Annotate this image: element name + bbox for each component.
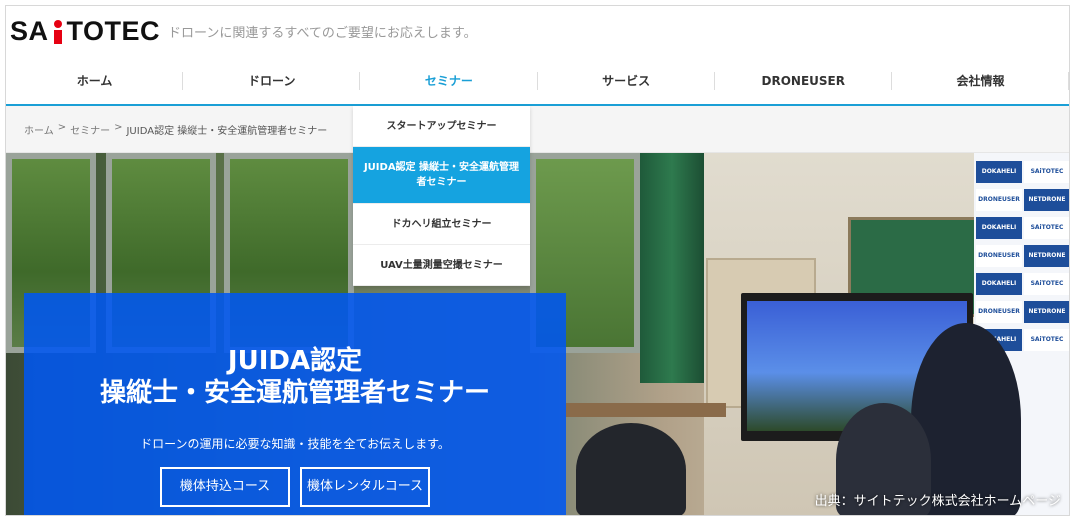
breadcrumb-separator: > xyxy=(114,122,123,133)
dropdown-item-uav-survey-seminar[interactable]: UAV土量測量空撮セミナー xyxy=(353,245,530,286)
rental-aircraft-course-button[interactable]: 機体レンタルコース xyxy=(300,467,430,507)
breadcrumb-seminar[interactable]: セミナー xyxy=(70,122,110,137)
hero-title-line2: 操縦士・安全運航管理者セミナー xyxy=(99,378,490,408)
main-nav: ホーム ドローン セミナー サービス DRONEUSER 会社情報 xyxy=(6,58,1069,106)
nav-item-drone[interactable]: ドローン xyxy=(183,58,361,104)
nav-item-service[interactable]: サービス xyxy=(538,58,715,104)
banner-text: NETDRONE xyxy=(1024,189,1069,211)
banner-text: SAiTOTEC xyxy=(1024,273,1069,295)
breadcrumb-current: JUIDA認定 操縦士・安全運航管理者セミナー xyxy=(126,126,328,137)
breadcrumb-separator: > xyxy=(57,122,67,133)
dropdown-item-dokaheli-seminar[interactable]: ドカヘリ組立セミナー xyxy=(353,204,530,245)
hero-overlay: JUIDA認定 操縦士・安全運航管理者セミナー ドローンの運用に必要な知識・技能… xyxy=(24,293,566,515)
site-tagline: ドローンに関連するすべてのご要望にお応えします。 xyxy=(168,26,477,41)
banner-text: DOKAHELI xyxy=(976,161,1022,183)
breadcrumb-bar: ホーム > セミナー > JUIDA認定 操縦士・安全運航管理者セミナー xyxy=(6,106,1069,153)
green-curtain xyxy=(640,153,704,383)
breadcrumb-home[interactable]: ホーム xyxy=(24,122,54,137)
logo-i-icon xyxy=(51,19,65,44)
nav-item-seminar[interactable]: セミナー xyxy=(360,58,538,104)
logo-text-left: SA xyxy=(10,16,49,46)
seminar-dropdown-menu: スタートアップセミナー JUIDA認定 操縦士・安全運航管理者セミナー ドカヘリ… xyxy=(353,106,530,286)
banner-text: SAiTOTEC xyxy=(1024,161,1069,183)
person-silhouette xyxy=(576,423,686,515)
banner-text: DOKAHELI xyxy=(976,273,1022,295)
breadcrumb: ホーム > セミナー > JUIDA認定 操縦士・安全運航管理者セミナー xyxy=(24,122,327,137)
banner-text: SAiTOTEC xyxy=(1024,217,1069,239)
nav-item-company[interactable]: 会社情報 xyxy=(892,58,1069,104)
banner-text: SAiTOTEC xyxy=(1024,329,1069,351)
dropdown-item-startup-seminar[interactable]: スタートアップセミナー xyxy=(353,106,530,147)
banner-text: DOKAHELI xyxy=(976,217,1022,239)
hero-buttons: 機体持込コース 機体レンタルコース xyxy=(24,467,566,507)
banner-text: DRONEUSER xyxy=(976,245,1022,267)
image-credit: 出典：サイトテック株式会社ホームページ xyxy=(814,494,1061,509)
hero-title: JUIDA認定 操縦士・安全運航管理者セミナー xyxy=(24,345,566,409)
site-header: SA TOTEC ドローンに関連するすべてのご要望にお応えします。 xyxy=(6,6,1069,56)
hero-title-line1: JUIDA認定 xyxy=(227,346,363,376)
hero-subtitle: ドローンの運用に必要な知識・技能を全てお伝えします。 xyxy=(140,437,450,451)
own-aircraft-course-button[interactable]: 機体持込コース xyxy=(160,467,290,507)
nav-item-home[interactable]: ホーム xyxy=(6,58,184,104)
hero-photo: DOKAHELI SAiTOTEC DRONEUSER NETDRONE DOK… xyxy=(6,153,1069,515)
banner-text: NETDRONE xyxy=(1024,301,1069,323)
logo-text-right: TOTEC xyxy=(66,16,161,46)
nav-item-droneuser[interactable]: DRONEUSER xyxy=(715,58,893,104)
banner-text: DRONEUSER xyxy=(976,189,1022,211)
dropdown-item-juida-seminar[interactable]: JUIDA認定 操縦士・安全運航管理者セミナー xyxy=(353,147,530,204)
page-frame: SA TOTEC ドローンに関連するすべてのご要望にお応えします。 ホーム ドロ… xyxy=(5,5,1070,516)
desk xyxy=(566,403,726,417)
site-logo[interactable]: SA TOTEC xyxy=(10,16,160,47)
banner-text: NETDRONE xyxy=(1024,245,1069,267)
banner-text: DRONEUSER xyxy=(976,301,1022,323)
